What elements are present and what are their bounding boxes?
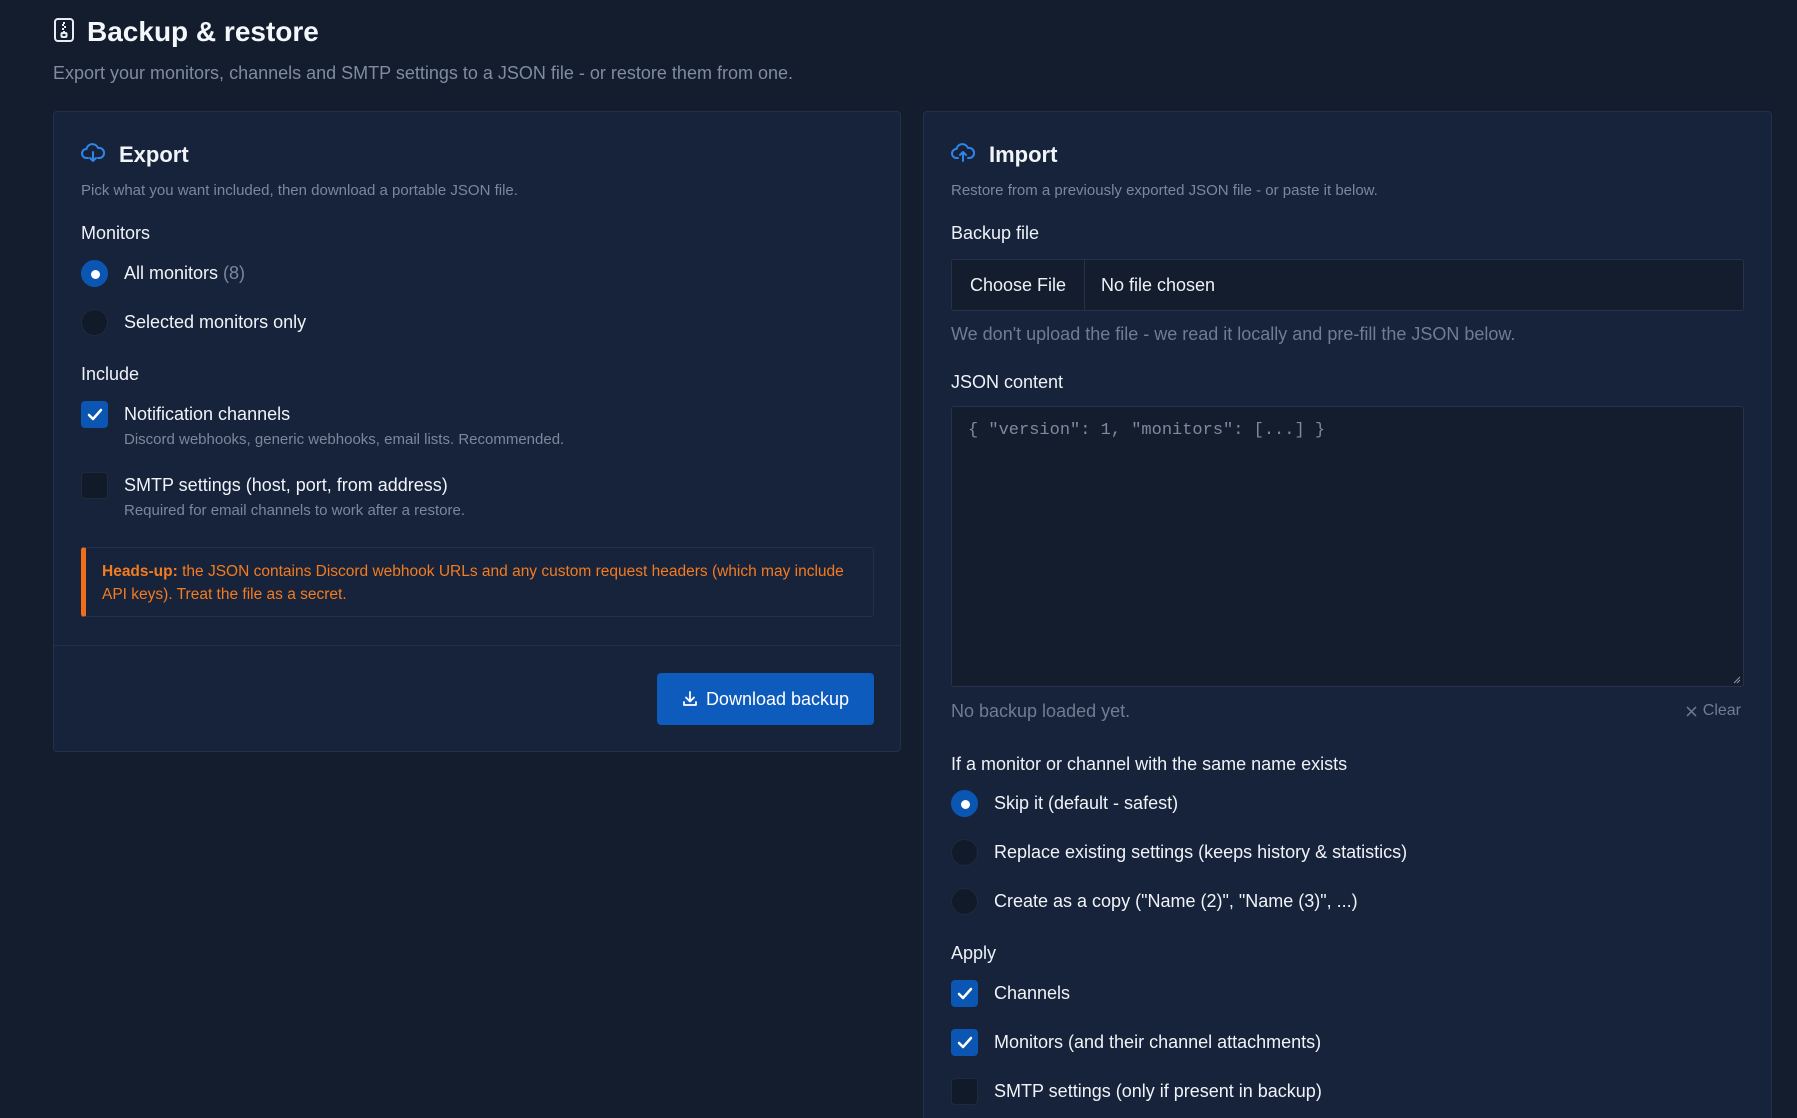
resize-handle-icon[interactable] [1731,674,1741,684]
checkmark-icon [957,1036,972,1048]
radio-button[interactable] [951,839,978,866]
radio-selected-monitors[interactable]: Selected monitors only [81,309,306,336]
import-status: No backup loaded yet. [951,701,1131,721]
warning-text: the JSON contains Discord webhook URLs a… [102,563,844,603]
json-content-textarea[interactable]: { "version": 1, "monitors": [...] } [951,406,1744,687]
radio-label: Replace existing settings (keeps history… [994,842,1408,862]
clear-label: Clear [1702,702,1741,719]
export-footer: Download backup [54,645,900,752]
import-subtitle: Restore from a previously exported JSON … [951,182,1378,199]
json-content-label: JSON content [951,372,1064,392]
include-label: Include [81,364,140,384]
checkbox-hint: Required for email channels to work afte… [124,502,465,519]
radio-label: Skip it (default - safest) [994,793,1179,813]
warning-strong: Heads-up: [102,563,178,580]
page-title: Backup & restore [87,16,319,47]
import-title: Import [989,142,1058,167]
monitor-count: (8) [223,263,246,283]
radio-button[interactable] [951,888,978,915]
monitors-label: Monitors [81,223,151,243]
checkmark-icon [87,408,102,420]
checkbox-label: SMTP settings (host, port, from address) [124,475,448,495]
radio-button[interactable] [81,260,108,287]
file-hint: We don't upload the file - we read it lo… [951,324,1516,344]
checkbox-notification-channels[interactable]: Notification channels Discord webhooks, … [81,401,564,449]
security-warning: Heads-up: the JSON contains Discord webh… [81,547,874,617]
json-placeholder: { "version": 1, "monitors": [...] } [968,421,1326,440]
checkbox[interactable] [951,1029,978,1056]
radio-skip[interactable]: Skip it (default - safest) [951,790,1178,817]
apply-label: Apply [951,943,997,963]
file-name: No file chosen [1101,274,1216,295]
archive-icon [53,17,75,48]
download-icon [683,691,697,706]
checkbox[interactable] [951,980,978,1007]
conflict-label: If a monitor or channel with the same na… [951,754,1348,774]
checkbox-apply-smtp[interactable]: SMTP settings (only if present in backup… [951,1078,1322,1105]
checkbox-apply-channels[interactable]: Channels [951,980,1070,1007]
import-card: Import Restore from a previously exporte… [923,111,1772,1118]
backup-file-input[interactable]: Choose File No file chosen [951,259,1744,311]
cloud-download-icon [81,142,106,168]
radio-label: Create as a copy ("Name (2)", "Name (3)"… [994,891,1358,911]
clear-button[interactable]: Clear [1686,702,1741,720]
checkbox-label: Monitors (and their channel attachments) [994,1032,1322,1052]
page-subtitle: Export your monitors, channels and SMTP … [53,63,793,83]
checkbox[interactable] [951,1078,978,1105]
radio-replace[interactable]: Replace existing settings (keeps history… [951,839,1407,866]
checkbox-hint: Discord webhooks, generic webhooks, emai… [124,431,565,448]
cloud-upload-icon [951,142,976,168]
radio-all-monitors[interactable]: All monitors (8) [81,260,245,287]
checkbox-smtp-settings[interactable]: SMTP settings (host, port, from address)… [81,472,465,520]
export-subtitle: Pick what you want included, then downlo… [81,182,518,199]
radio-button[interactable] [81,309,108,336]
checkbox-label: SMTP settings (only if present in backup… [994,1081,1322,1101]
checkbox-apply-monitors[interactable]: Monitors (and their channel attachments) [951,1029,1321,1056]
export-title: Export [119,142,189,167]
page-header: Backup & restore Export your monitors, c… [53,16,793,84]
checkbox[interactable] [81,401,108,428]
checkmark-icon [957,987,972,999]
radio-label: All monitors (8) [124,263,246,283]
radio-label: Selected monitors only [124,312,307,332]
download-backup-button[interactable]: Download backup [657,673,874,725]
checkbox-label: Channels [994,983,1071,1003]
choose-file-button[interactable]: Choose File [952,260,1085,310]
checkbox-label: Notification channels [124,404,291,424]
close-icon [1686,705,1697,717]
export-card: Export Pick what you want included, then… [53,111,901,752]
radio-button[interactable] [951,790,978,817]
download-label: Download backup [705,688,850,709]
radio-create-copy[interactable]: Create as a copy ("Name (2)", "Name (3)"… [951,888,1358,915]
backup-file-label: Backup file [951,223,1040,243]
checkbox[interactable] [81,472,108,499]
